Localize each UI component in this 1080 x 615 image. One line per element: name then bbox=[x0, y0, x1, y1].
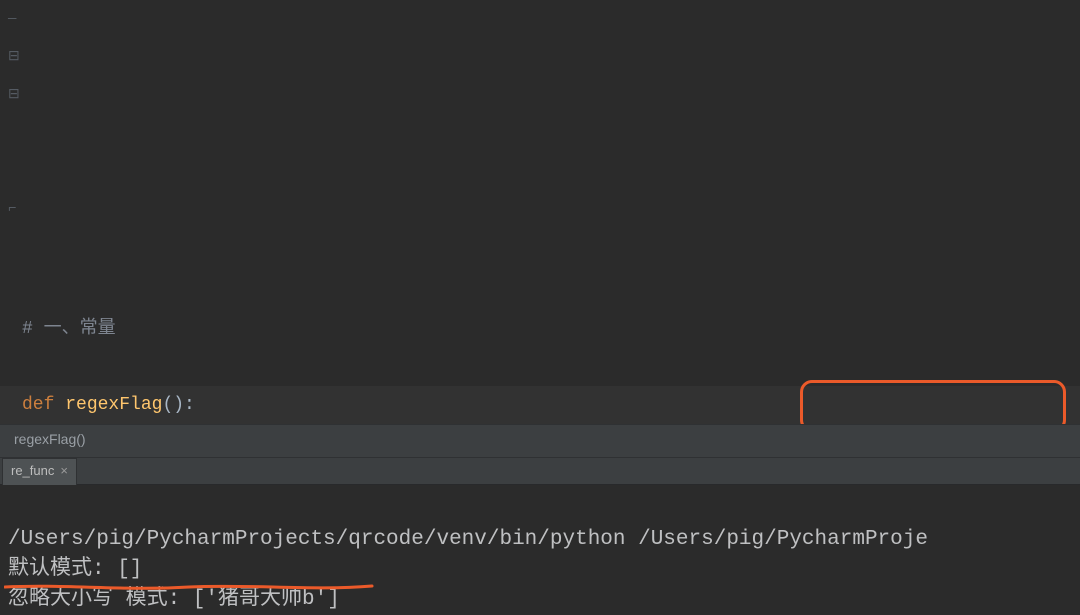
fold-marker[interactable]: ⊟ bbox=[8, 76, 20, 114]
breadcrumb-label: regexFlag() bbox=[14, 431, 86, 447]
fold-marker[interactable]: ⊟ bbox=[8, 38, 20, 76]
comment-token: # 一、常量 bbox=[22, 319, 116, 339]
run-tab-label: re_func bbox=[11, 463, 54, 478]
breadcrumb[interactable]: regexFlag() bbox=[0, 424, 1080, 458]
fold-end-marker: ⌐ bbox=[8, 190, 16, 228]
gutter-marker: — bbox=[8, 0, 16, 38]
run-console[interactable]: /Users/pig/PycharmProjects/qrcode/venv/b… bbox=[0, 485, 1080, 615]
console-line: 默认模式: [] bbox=[8, 558, 142, 581]
console-line: /Users/pig/PycharmProjects/qrcode/venv/b… bbox=[8, 528, 928, 551]
keyword-token: def bbox=[22, 395, 54, 415]
punct-token: (): bbox=[162, 395, 194, 415]
code-line[interactable]: # 一、常量 bbox=[22, 310, 1080, 348]
run-tabs: re_func × bbox=[0, 458, 1080, 485]
function-name-token: regexFlag bbox=[65, 395, 162, 415]
close-icon[interactable]: × bbox=[60, 463, 68, 478]
run-tab-re-func[interactable]: re_func × bbox=[2, 458, 77, 485]
annotation-underline bbox=[4, 582, 374, 590]
annotation-highlight-box bbox=[800, 380, 1066, 424]
code-editor[interactable]: — ⊟ ⊟ ⌐ # 一、常量 def regexFlag(): """ 演示re… bbox=[0, 0, 1080, 424]
